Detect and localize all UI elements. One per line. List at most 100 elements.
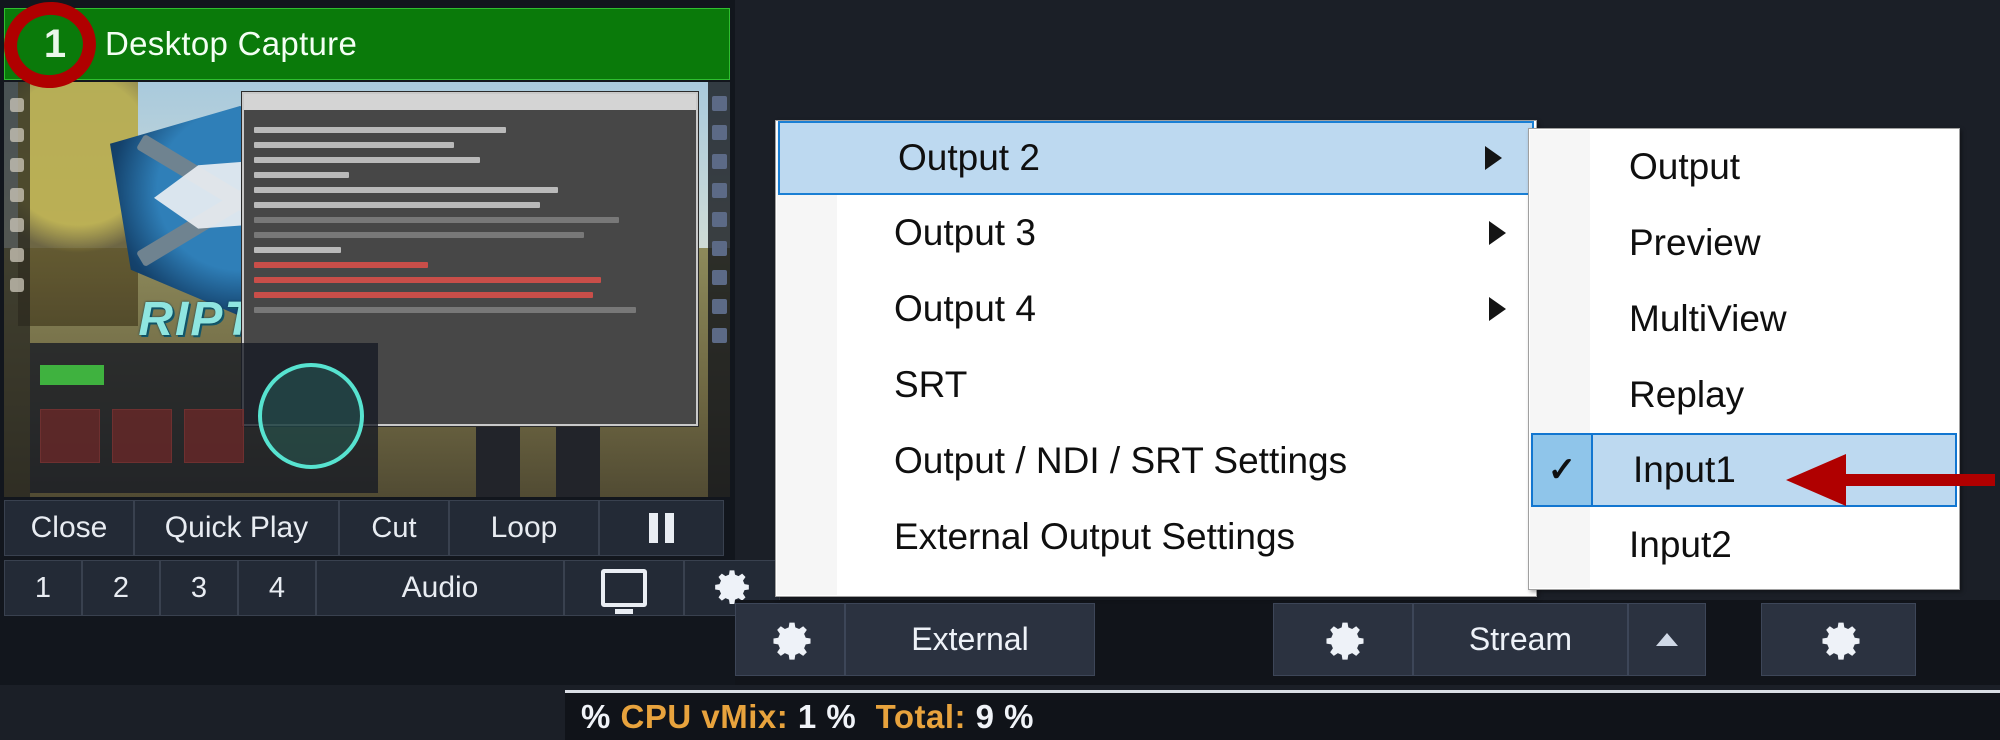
preset-4-button[interactable]: 4 xyxy=(238,560,316,616)
rail-icon xyxy=(711,270,727,285)
input-number: 1 xyxy=(43,21,67,66)
menu-item-label: Output 3 xyxy=(894,212,1036,253)
loop-button[interactable]: Loop xyxy=(449,500,599,556)
close-button-label: Close xyxy=(30,511,108,544)
external-button[interactable]: External xyxy=(845,603,1095,676)
quick-play-button-label: Quick Play xyxy=(164,511,309,544)
stream-button[interactable]: Stream xyxy=(1413,603,1628,676)
console-titlebar xyxy=(244,94,696,110)
taskbar-icon xyxy=(10,158,24,172)
taskbar-icon xyxy=(10,278,24,292)
preset-1-button-label: 1 xyxy=(34,571,52,604)
status-total-label: Total: xyxy=(875,697,966,735)
menu-item-label: SRT xyxy=(894,364,968,405)
submenu-item-label: Preview xyxy=(1629,222,1761,263)
submenu-item-input2[interactable]: Input2 xyxy=(1529,507,1959,583)
console-line xyxy=(254,127,506,133)
input-panel: 1 Desktop Capture RIPTIDE Close Quick Pl… xyxy=(0,0,780,685)
preset-4-button-label: 4 xyxy=(268,571,286,604)
input-header-bar[interactable]: 1 Desktop Capture xyxy=(4,8,730,80)
stream-dropdown-button[interactable] xyxy=(1628,603,1706,676)
menu-item-srt[interactable]: SRT xyxy=(776,347,1536,423)
input-transport-row-1: Close Quick Play Cut Loop xyxy=(4,500,724,556)
submenu-item-input1[interactable]: ✓ Input1 xyxy=(1531,433,1957,507)
preset-3-button[interactable]: 3 xyxy=(160,560,238,616)
submenu-item-label: Output xyxy=(1629,146,1741,187)
caret-up-icon xyxy=(1656,633,1678,646)
audio-button-label: Audio xyxy=(401,571,479,604)
gear-icon xyxy=(1323,620,1364,660)
menu-item-output-2[interactable]: Output 2 xyxy=(778,121,1534,195)
console-error-line xyxy=(254,277,602,283)
submenu-item-label: Input1 xyxy=(1633,449,1736,490)
submenu-item-label: Replay xyxy=(1629,374,1745,415)
gear-icon xyxy=(770,620,811,660)
status-cpu-value: 1 % xyxy=(797,697,857,735)
toolbar-gap-2 xyxy=(1706,603,1761,676)
close-button[interactable]: Close xyxy=(4,500,134,556)
rail-icon xyxy=(711,212,727,227)
rail-icon xyxy=(711,328,727,343)
console-line xyxy=(254,142,454,148)
loop-button-label: Loop xyxy=(490,511,558,544)
stream-settings-gear[interactable] xyxy=(1273,603,1413,676)
console-line xyxy=(254,187,558,193)
audio-button[interactable]: Audio xyxy=(316,560,564,616)
menu-item-output-ndi-srt-settings[interactable]: Output / NDI / SRT Settings xyxy=(776,423,1536,499)
display-button[interactable] xyxy=(564,560,684,616)
rail-icon xyxy=(711,154,727,169)
input-preview-thumbnail[interactable]: RIPTIDE xyxy=(4,82,730,497)
console-line xyxy=(254,157,480,163)
checkmark-icon: ✓ xyxy=(1531,433,1593,507)
preset-1-button[interactable]: 1 xyxy=(4,560,82,616)
pause-button[interactable] xyxy=(599,500,724,556)
quick-play-button[interactable]: Quick Play xyxy=(134,500,339,556)
output-context-menu: Output 2 Output 3 Output 4 SRT Output / NDI … xyxy=(775,120,1537,597)
chevron-right-icon xyxy=(1489,297,1506,321)
external-settings-gear[interactable] xyxy=(735,603,845,676)
menu-item-external-output-settings[interactable]: External Output Settings xyxy=(776,499,1536,575)
hud-slot xyxy=(184,409,244,463)
submenu-item-label: Input2 xyxy=(1629,524,1732,565)
input-title: Desktop Capture xyxy=(105,25,358,62)
rail-icon xyxy=(711,241,727,256)
chevron-right-icon xyxy=(1489,221,1506,245)
console-line xyxy=(254,232,584,238)
submenu-item-replay[interactable]: Replay xyxy=(1529,357,1959,433)
submenu-item-label: MultiView xyxy=(1629,298,1787,339)
menu-item-output-3[interactable]: Output 3 xyxy=(776,195,1536,271)
submenu-item-multiview[interactable]: MultiView xyxy=(1529,281,1959,357)
cut-button-label: Cut xyxy=(371,511,417,544)
hud-health-bar xyxy=(40,365,104,385)
rail-icon xyxy=(711,299,727,314)
status-cpu-label: CPU vMix: xyxy=(620,697,789,735)
hud-slot xyxy=(40,409,100,463)
menu-item-output-4[interactable]: Output 4 xyxy=(776,271,1536,347)
chevron-right-icon xyxy=(1485,146,1502,170)
console-error-line xyxy=(254,262,428,268)
hud-radial-gauge xyxy=(258,363,364,469)
submenu-item-preview[interactable]: Preview xyxy=(1529,205,1959,281)
preset-2-button[interactable]: 2 xyxy=(82,560,160,616)
menu-item-label: Output 4 xyxy=(894,288,1036,329)
vmix-window: 1 Desktop Capture RIPTIDE Close Quick Pl… xyxy=(0,0,2000,740)
console-line xyxy=(254,307,636,313)
bottom-toolbar: External Stream xyxy=(735,600,2000,685)
taskbar-icon xyxy=(10,188,24,202)
submenu-item-output[interactable]: Output xyxy=(1529,129,1959,205)
taskbar-icon xyxy=(10,128,24,142)
console-error-line xyxy=(254,292,593,298)
menu-item-label: Output 2 xyxy=(898,137,1040,178)
hud-slot xyxy=(112,409,172,463)
preview-taskbar-strip xyxy=(4,82,30,497)
cut-button[interactable]: Cut xyxy=(339,500,449,556)
input-transport-row-2: 1 2 3 4 Audio xyxy=(4,560,780,616)
status-total-value: 9 % xyxy=(975,697,1035,735)
preview-game-hud xyxy=(30,343,378,493)
gear-icon xyxy=(1819,620,1860,660)
external-button-label: External xyxy=(911,621,1029,657)
recording-settings-gear[interactable] xyxy=(1761,603,1916,676)
monitor-icon xyxy=(601,569,647,607)
preset-3-button-label: 3 xyxy=(190,571,208,604)
rail-icon xyxy=(711,96,727,111)
